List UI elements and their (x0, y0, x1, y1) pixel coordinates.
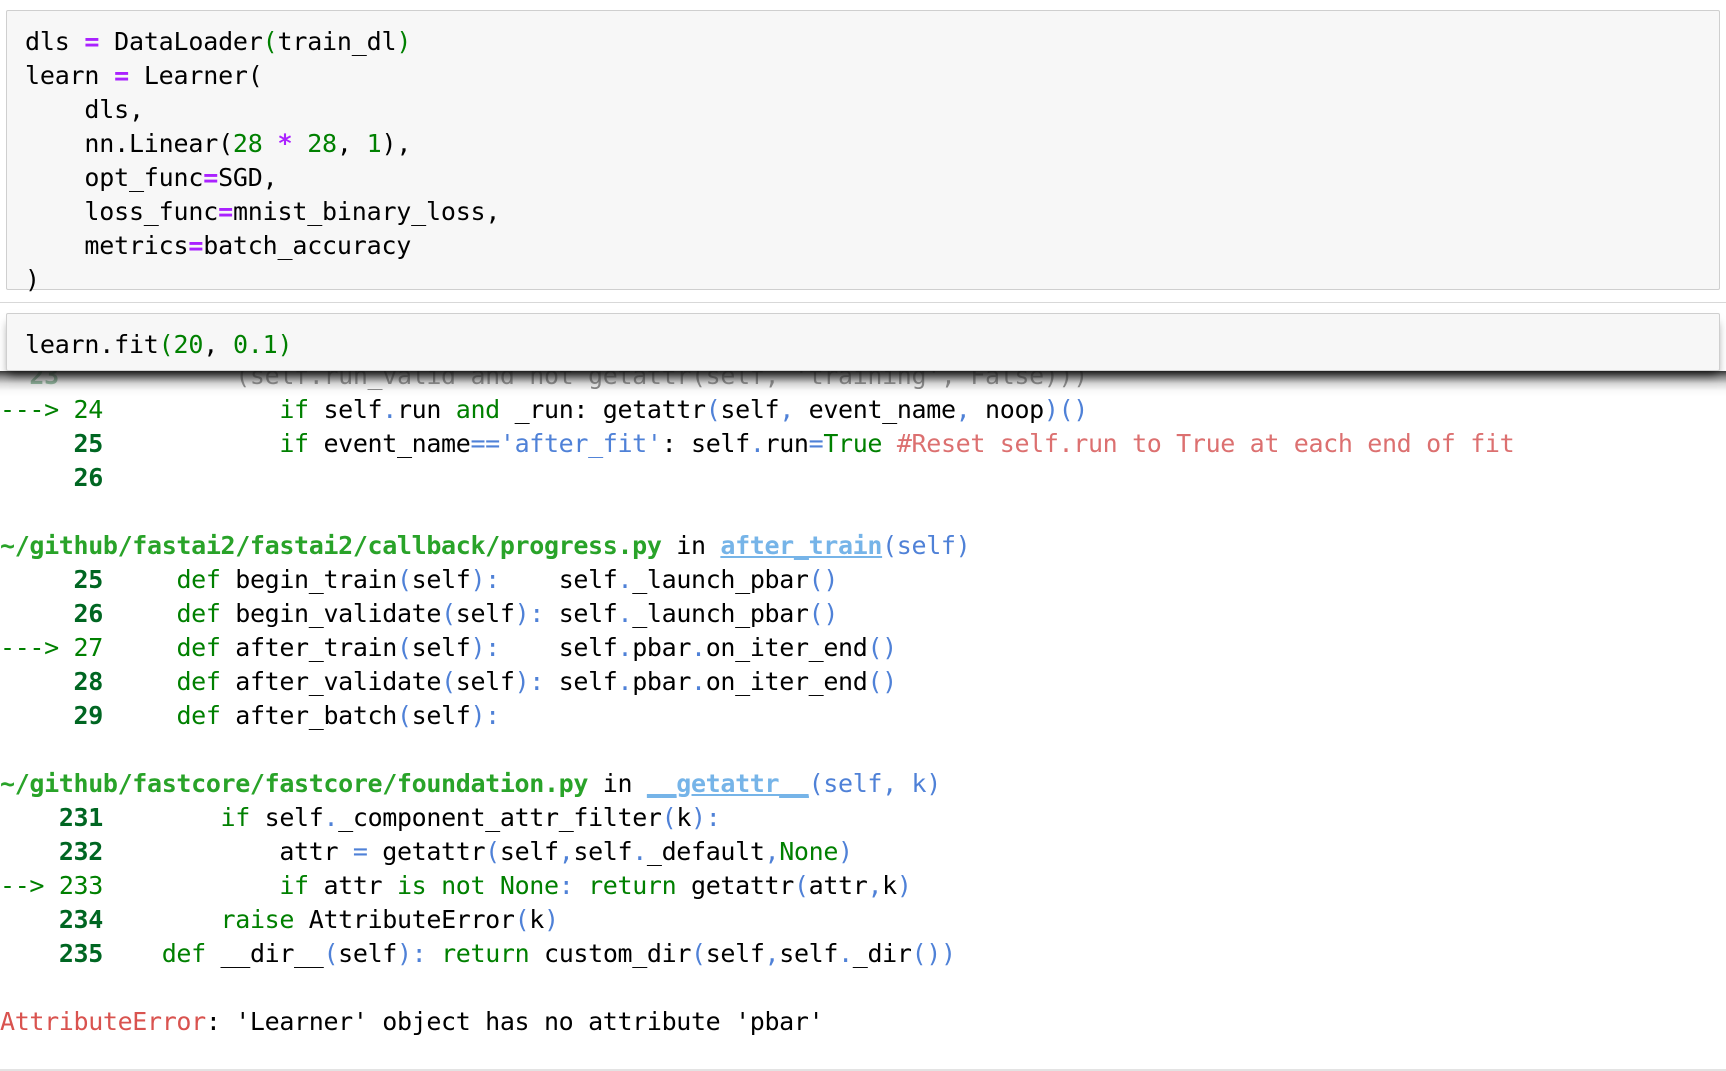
traceback-output[interactable]: 23 (self.run_valid and not getattr(self,… (0, 371, 1726, 1071)
error-summary-line: AttributeError: 'Learner' object has no … (0, 1005, 1726, 1039)
traceback-frame-header: ~/github/fastcore/fastcore/foundation.py… (0, 767, 1726, 801)
error-type: AttributeError (0, 1007, 206, 1036)
traceback-line: 234 raise AttributeError(k) (0, 903, 1726, 937)
traceback-line: 232 attr = getattr(self,self._default,No… (0, 835, 1726, 869)
clipped-traceback-line: 23 (self.run_valid and not getattr(self,… (0, 371, 1726, 393)
traceback-scroll-area[interactable]: 23 (self.run_valid and not getattr(self,… (0, 371, 1726, 1071)
traceback-blank-line (0, 495, 1726, 529)
error-message: 'Learner' object has no attribute 'pbar' (235, 1007, 823, 1036)
traceback-line: 26 def begin_validate(self): self._launc… (0, 597, 1726, 631)
traceback-line: 25 def begin_train(self): self._launch_p… (0, 563, 1726, 597)
traceback-line: 28 def after_validate(self): self.pbar.o… (0, 665, 1726, 699)
code-line: opt_func=SGD, (25, 161, 1701, 195)
code-cell-dataloader-learner[interactable]: dls = DataLoader(train_dl) learn = Learn… (6, 10, 1720, 290)
traceback-line: ---> 27 def after_train(self): self.pbar… (0, 631, 1726, 665)
traceback-line: 25 if event_name=='after_fit': self.run=… (0, 427, 1726, 461)
traceback-line: 26 (0, 461, 1726, 495)
traceback-line: 29 def after_batch(self): (0, 699, 1726, 733)
traceback-line: ---> 24 if self.run and _run: getattr(se… (0, 393, 1726, 427)
code-line: dls = DataLoader(train_dl) (25, 25, 1701, 59)
traceback-line: 231 if self._component_attr_filter(k): (0, 801, 1726, 835)
code-line: metrics=batch_accuracy (25, 229, 1701, 263)
code-line: dls, (25, 93, 1701, 127)
code-cell-learn-fit[interactable]: learn.fit(20, 0.1) (6, 313, 1720, 371)
traceback-line: 23 (self.run_valid and not getattr(self,… (0, 371, 1726, 393)
notebook-container: dls = DataLoader(train_dl) learn = Learn… (0, 10, 1726, 1070)
error-separator: : (206, 1007, 235, 1036)
code-line: ) (25, 263, 1701, 297)
code-line: learn.fit(20, 0.1) (25, 328, 1701, 362)
traceback-blank-line (0, 971, 1726, 1005)
traceback-frame-header: ~/github/fastai2/fastai2/callback/progre… (0, 529, 1726, 563)
code-line: nn.Linear(28 * 28, 1), (25, 127, 1701, 161)
traceback-blank-line (0, 733, 1726, 767)
traceback-line: 235 def __dir__(self): return custom_dir… (0, 937, 1726, 971)
traceback-line: --> 233 if attr is not None: return geta… (0, 869, 1726, 903)
code-line: learn = Learner( (25, 59, 1701, 93)
code-line: loss_func=mnist_binary_loss, (25, 195, 1701, 229)
cell-divider (0, 302, 1726, 303)
